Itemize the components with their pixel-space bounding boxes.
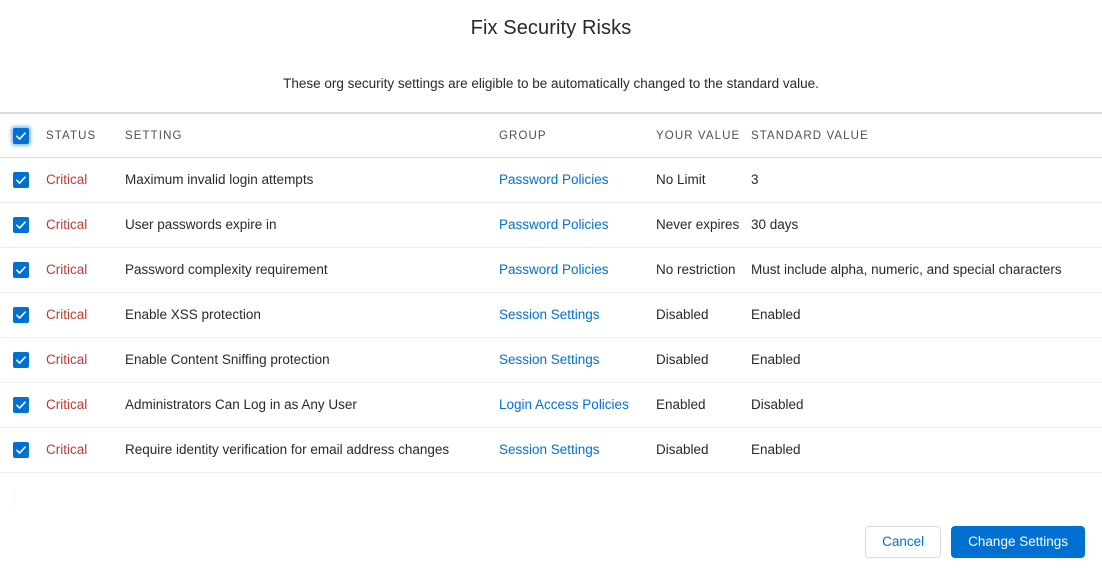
check-icon (16, 176, 26, 185)
your-value: Enabled (656, 383, 751, 428)
table-header-row: STATUS SETTING GROUP YOUR VALUE STANDARD… (0, 114, 1102, 158)
check-icon (16, 221, 26, 230)
row-select-cell (0, 383, 46, 428)
placeholder-cell (656, 473, 751, 512)
placeholder-cell (125, 473, 499, 512)
group-cell: Session Settings (499, 293, 656, 338)
status-badge: Critical (46, 248, 125, 293)
status-badge: Critical (46, 338, 125, 383)
table-row[interactable]: Critical Password complexity requirement… (0, 248, 1102, 293)
setting-name: Require identity verification for email … (125, 428, 499, 473)
column-header-standard-value[interactable]: STANDARD VALUE (751, 114, 1102, 158)
column-header-status[interactable]: STATUS (46, 114, 125, 158)
status-badge: Critical (46, 158, 125, 203)
status-badge: Critical (46, 203, 125, 248)
select-all-checkbox[interactable] (13, 128, 29, 144)
standard-value: Enabled (751, 338, 1102, 383)
your-value: Disabled (656, 293, 751, 338)
row-checkbox[interactable] (13, 307, 29, 323)
your-value: Disabled (656, 428, 751, 473)
row-checkbox[interactable] (13, 397, 29, 413)
your-value: No restriction (656, 248, 751, 293)
column-header-your-value[interactable]: YOUR VALUE (656, 114, 751, 158)
row-checkbox[interactable] (13, 442, 29, 458)
setting-name: Maximum invalid login attempts (125, 158, 499, 203)
your-value: Disabled (656, 338, 751, 383)
row-checkbox[interactable] (13, 262, 29, 278)
row-select-cell (0, 293, 46, 338)
row-checkbox[interactable] (13, 172, 29, 188)
setting-name: Enable Content Sniffing protection (125, 338, 499, 383)
standard-value: 30 days (751, 203, 1102, 248)
group-cell: Password Policies (499, 158, 656, 203)
table-row[interactable]: Critical Require identity verification f… (0, 428, 1102, 473)
page-title: Fix Security Risks (0, 14, 1102, 42)
check-icon (16, 446, 26, 455)
setting-name: Administrators Can Log in as Any User (125, 383, 499, 428)
group-link[interactable]: Password Policies (499, 217, 609, 232)
your-value: Never expires (656, 203, 751, 248)
table-body: Critical Maximum invalid login attempts … (0, 158, 1102, 512)
column-header-group[interactable]: GROUP (499, 114, 656, 158)
change-settings-button[interactable]: Change Settings (951, 526, 1085, 558)
group-cell: Password Policies (499, 203, 656, 248)
group-link[interactable]: Session Settings (499, 442, 600, 457)
status-badge: Critical (46, 383, 125, 428)
standard-value: Disabled (751, 383, 1102, 428)
group-link[interactable]: Session Settings (499, 307, 600, 322)
check-icon (16, 356, 26, 365)
row-checkbox[interactable] (13, 352, 29, 368)
status-badge: Critical (46, 293, 125, 338)
group-link[interactable]: Session Settings (499, 352, 600, 367)
group-link[interactable]: Password Policies (499, 172, 609, 187)
placeholder-checkbox (13, 490, 15, 507)
row-select-cell (0, 428, 46, 473)
standard-value: Enabled (751, 293, 1102, 338)
status-badge: Critical (46, 428, 125, 473)
group-link[interactable]: Password Policies (499, 262, 609, 277)
group-link[interactable]: Login Access Policies (499, 397, 629, 412)
check-icon (16, 311, 26, 320)
setting-name: User passwords expire in (125, 203, 499, 248)
standard-value: 3 (751, 158, 1102, 203)
placeholder-cell (499, 473, 656, 512)
security-risks-table: STATUS SETTING GROUP YOUR VALUE STANDARD… (0, 114, 1102, 511)
group-cell: Session Settings (499, 428, 656, 473)
placeholder-cell (46, 473, 125, 512)
group-cell: Password Policies (499, 248, 656, 293)
cancel-button[interactable]: Cancel (865, 526, 941, 558)
check-icon (16, 266, 26, 275)
column-header-setting[interactable]: SETTING (125, 114, 499, 158)
row-select-cell (0, 248, 46, 293)
select-all-header (0, 114, 46, 158)
row-select-cell (0, 338, 46, 383)
table-row-placeholder (0, 473, 1102, 512)
row-checkbox[interactable] (13, 217, 29, 233)
placeholder-cell (751, 473, 1102, 512)
risks-table-container: STATUS SETTING GROUP YOUR VALUE STANDARD… (0, 112, 1102, 511)
table-row[interactable]: Critical Enable Content Sniffing protect… (0, 338, 1102, 383)
check-icon (16, 132, 26, 141)
setting-name: Password complexity requirement (125, 248, 499, 293)
fix-security-risks-modal: Fix Security Risks These org security se… (0, 0, 1102, 573)
table-header: STATUS SETTING GROUP YOUR VALUE STANDARD… (0, 114, 1102, 158)
table-row[interactable]: Critical Maximum invalid login attempts … (0, 158, 1102, 203)
check-icon (16, 401, 26, 410)
modal-header: Fix Security Risks These org security se… (0, 0, 1102, 93)
table-row[interactable]: Critical User passwords expire in Passwo… (0, 203, 1102, 248)
standard-value: Enabled (751, 428, 1102, 473)
setting-name: Enable XSS protection (125, 293, 499, 338)
your-value: No Limit (656, 158, 751, 203)
modal-footer: Cancel Change Settings (0, 511, 1102, 573)
placeholder-select-cell (0, 473, 46, 512)
group-cell: Session Settings (499, 338, 656, 383)
table-row[interactable]: Critical Administrators Can Log in as An… (0, 383, 1102, 428)
row-select-cell (0, 203, 46, 248)
row-select-cell (0, 158, 46, 203)
standard-value: Must include alpha, numeric, and special… (751, 248, 1102, 293)
group-cell: Login Access Policies (499, 383, 656, 428)
table-row[interactable]: Critical Enable XSS protection Session S… (0, 293, 1102, 338)
modal-subtitle: These org security settings are eligible… (0, 42, 1102, 93)
